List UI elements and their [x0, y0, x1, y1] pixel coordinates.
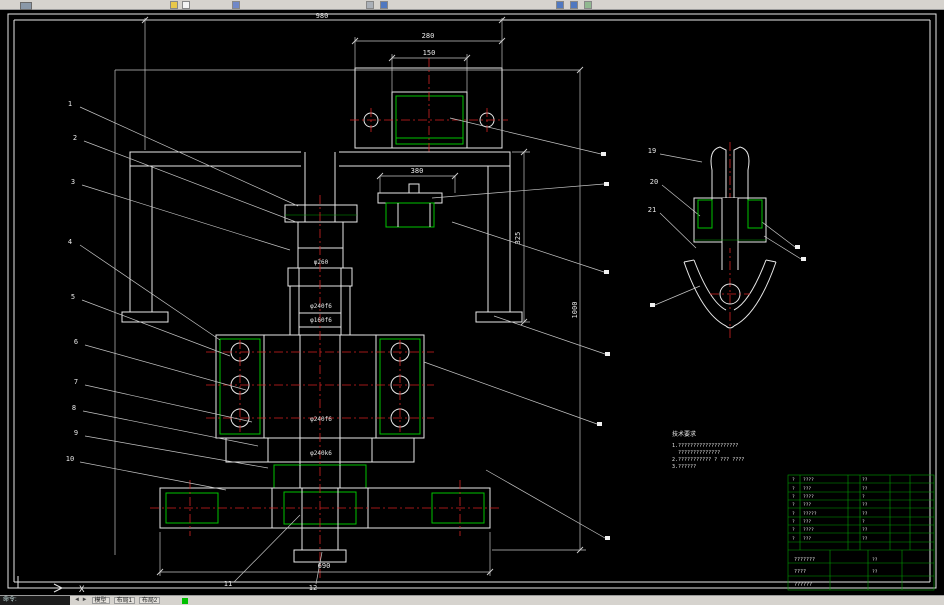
cad-application-window: 980 280 150 380 690 325 1000 φ260 φ240f6 φ160f6 φ2…: [0, 0, 944, 605]
status-indicator: [182, 598, 188, 604]
callout-8: 8: [72, 404, 76, 412]
tb-r5-mat: ??: [862, 511, 868, 517]
dim-shaft-2: φ240f6: [310, 303, 332, 310]
tb-r2-mat: ??: [862, 486, 868, 492]
callout-21: 21: [648, 206, 656, 214]
statusbar: 命令: ◄ ► 模型 布局1 布局2: [0, 595, 944, 605]
notes-title: 技术要求: [672, 430, 696, 438]
tb-r5-no: ?: [792, 511, 795, 517]
notes-line-4: 3.??????: [672, 464, 696, 470]
zoom-window-icon[interactable]: [380, 1, 388, 9]
callout-9: 9: [74, 429, 78, 437]
notes-line-3: 2.??????????? ? ??? ????: [672, 457, 744, 463]
tb-r4-name: ???: [803, 502, 811, 508]
tb-r1-mat: ??: [862, 477, 868, 483]
callout-5: 5: [71, 293, 75, 301]
tb-r4-mat: ??: [862, 502, 868, 508]
dim-top-overall: 980: [316, 12, 329, 20]
tb-scale-label: ??: [872, 557, 878, 563]
callout-1: 1: [68, 100, 72, 108]
dim-width-280: 280: [422, 32, 435, 40]
callout-7: 7: [74, 378, 78, 386]
notes-line-1: 1.????????????????????: [672, 443, 738, 449]
callout-4: 4: [68, 238, 72, 246]
tb-r8-mat: ??: [862, 536, 868, 542]
tb-r6-name: ???: [803, 519, 811, 525]
callout-6: 6: [74, 338, 78, 346]
dim-shaft-5: φ240k6: [310, 450, 332, 457]
ucs-x-label: X: [79, 585, 85, 595]
dim-shaft-4: φ240f6: [310, 416, 332, 423]
command-line[interactable]: 命令:: [0, 596, 70, 605]
callout-12: 12: [309, 584, 317, 592]
pan-icon[interactable]: [570, 1, 578, 9]
tb-r3-no: ?: [792, 494, 795, 500]
tb-sheet-label: ??: [872, 569, 878, 575]
save-icon[interactable]: [232, 1, 240, 9]
properties-icon[interactable]: [584, 1, 592, 9]
dim-shaft-1: φ260: [314, 259, 329, 266]
tb-company: ??????: [794, 582, 812, 588]
open-icon[interactable]: [170, 1, 178, 9]
toolbar-handle[interactable]: [20, 2, 32, 10]
tb-r2-no: ?: [792, 486, 795, 492]
tb-r4-no: ?: [792, 502, 795, 508]
tb-r7-no: ?: [792, 527, 795, 533]
dim-width-150: 150: [423, 49, 436, 57]
print-icon[interactable]: [366, 1, 374, 9]
cad-viewport[interactable]: 9802801503806903251000φ260φ240f6φ160f6φ2…: [0, 10, 944, 595]
tb-r7-mat: ??: [862, 527, 868, 533]
tb-drawing-title: ???????: [794, 557, 815, 563]
layout-tabs: ◄ ► 模型 布局1 布局2: [74, 596, 161, 605]
command-prompt: 命令:: [3, 597, 17, 603]
tb-r3-mat: ?: [862, 494, 865, 500]
callout-20: 20: [650, 178, 658, 186]
tb-material-label: ????: [794, 569, 806, 575]
callout-3: 3: [71, 178, 75, 186]
dim-height-outer: 1000: [571, 302, 579, 319]
tb-r6-mat: ?: [862, 519, 865, 525]
tab-scroll-icons[interactable]: ◄ ►: [74, 596, 88, 605]
drawing-canvas[interactable]: 980 280 150 380 690 325 1000 φ260 φ240f6 φ160f6 φ2…: [0, 10, 944, 595]
callout-11: 11: [224, 580, 232, 588]
tb-r8-name: ???: [803, 536, 811, 542]
callout-2: 2: [73, 134, 77, 142]
tb-r1-name: ????: [803, 477, 814, 483]
tab-layout2[interactable]: 布局2: [138, 597, 161, 604]
toolbar: [0, 0, 944, 10]
dim-height-inner: 325: [514, 232, 522, 245]
dim-shaft-3: φ160f6: [310, 317, 332, 324]
zoom-extents-icon[interactable]: [556, 1, 564, 9]
tab-layout1[interactable]: 布局1: [113, 597, 135, 604]
dim-bottom-overall: 690: [318, 562, 331, 570]
callout-19: 19: [648, 147, 656, 155]
callout-10: 10: [66, 455, 74, 463]
tb-r1-no: ?: [792, 477, 795, 483]
tb-r8-no: ?: [792, 536, 795, 542]
tb-r7-name: ????: [803, 527, 814, 533]
new-icon[interactable]: [182, 1, 190, 9]
tb-r5-name: ?????: [803, 511, 817, 517]
tb-r2-name: ???: [803, 486, 811, 492]
tb-r3-name: ????: [803, 494, 814, 500]
notes-line-2: ??????????????: [678, 450, 720, 456]
tab-model[interactable]: 模型: [91, 597, 110, 604]
dim-380: 380: [411, 167, 424, 175]
tb-r6-no: ?: [792, 519, 795, 525]
